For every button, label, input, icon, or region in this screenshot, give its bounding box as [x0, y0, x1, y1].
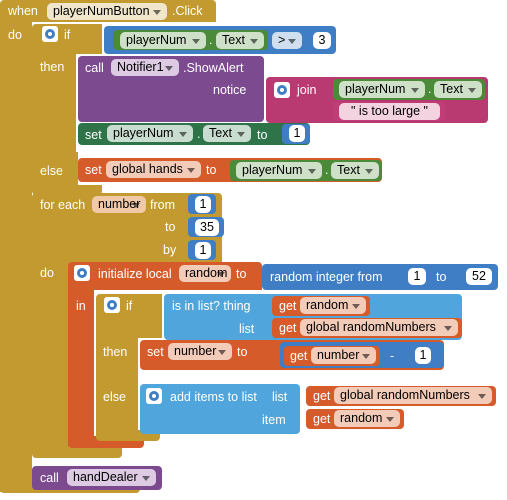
- add-items-mutator-gear-icon[interactable]: [146, 388, 162, 404]
- set-text-property-dropdown[interactable]: Text: [203, 125, 251, 142]
- event-component-dropdown[interactable]: playerNumButton: [47, 3, 167, 20]
- to-label: to: [165, 220, 176, 234]
- add-items-list-label: list: [272, 390, 288, 404]
- get-random-dropdown[interactable]: random: [300, 297, 366, 314]
- too-large-string-value[interactable]: " is too large ": [339, 103, 440, 120]
- set-number-dropdown[interactable]: number: [168, 343, 232, 360]
- add-get-random-label: get: [313, 412, 331, 426]
- is-in-list-list-label: list: [239, 322, 255, 336]
- random-to-label: to: [436, 270, 447, 284]
- handdealer-procedure-dropdown[interactable]: handDealer: [67, 469, 156, 486]
- by-value[interactable]: 1: [195, 242, 211, 259]
- subtract-value-1[interactable]: 1: [415, 347, 431, 364]
- add-items-label: add items to list: [170, 390, 257, 404]
- inner-if-label: if: [126, 299, 133, 313]
- random-integer-label: random integer from: [270, 270, 383, 284]
- dot-separator: .: [209, 33, 213, 47]
- local-variable-random[interactable]: random: [179, 265, 231, 282]
- hands-dot-separator: .: [325, 163, 329, 177]
- is-in-list-label: is in list? thing: [172, 299, 251, 313]
- inner-else-label: else: [103, 390, 126, 404]
- get-global-label: get: [279, 321, 297, 335]
- set-dot-separator: .: [197, 127, 201, 141]
- get-number-dropdown[interactable]: number: [311, 347, 376, 364]
- by-label: by: [163, 243, 177, 257]
- notifier-component-dropdown[interactable]: Notifier1: [111, 59, 179, 76]
- call-label: call: [85, 61, 104, 75]
- number-3-value[interactable]: 3: [313, 32, 331, 49]
- join-mutator-gear-icon[interactable]: [274, 82, 290, 98]
- text-property-dropdown[interactable]: Text: [216, 32, 264, 49]
- event-name-label: .Click: [172, 4, 203, 18]
- minus-operator: -: [390, 349, 395, 363]
- playernum-component-dropdown[interactable]: playerNum: [120, 32, 206, 49]
- from-label: from: [150, 198, 175, 212]
- get-random-label: get: [279, 299, 297, 313]
- for-each-label: for each: [40, 198, 86, 212]
- join-label: join: [297, 83, 317, 97]
- set-number-label: set: [147, 345, 164, 359]
- notice-label: notice: [213, 83, 247, 97]
- mutator-gear-icon[interactable]: [42, 26, 58, 42]
- initialize-local-label: initialize local: [98, 267, 172, 281]
- init-to-label: to: [236, 267, 247, 281]
- add-get-global-dropdown[interactable]: global randomNumbers: [334, 387, 492, 404]
- in-label: in: [76, 299, 86, 313]
- set-hands-label: set: [85, 163, 102, 177]
- to-value[interactable]: 35: [195, 219, 219, 236]
- loop-variable-number[interactable]: number: [92, 196, 146, 213]
- hands-text-property-dropdown[interactable]: Text: [331, 162, 379, 179]
- add-items-item-label: item: [262, 413, 286, 427]
- set-number-to-label: to: [237, 345, 248, 359]
- when-label: when: [8, 4, 38, 18]
- random-from-value[interactable]: 1: [408, 268, 426, 285]
- from-value[interactable]: 1: [195, 196, 211, 213]
- showalert-method-label: .ShowAlert: [183, 61, 244, 75]
- set-value-1[interactable]: 1: [289, 125, 305, 142]
- global-hands-dropdown[interactable]: global hands: [106, 161, 201, 178]
- if-label: if: [64, 28, 71, 42]
- else-label: else: [40, 164, 63, 178]
- for-each-spine: [32, 262, 68, 452]
- join-playernum-dropdown[interactable]: playerNum: [339, 81, 425, 98]
- then-label: then: [40, 60, 65, 74]
- join-dot-separator: .: [428, 82, 432, 96]
- get-number-label: get: [290, 349, 308, 363]
- hands-playernum-dropdown[interactable]: playerNum: [236, 162, 322, 179]
- add-get-global-label: get: [313, 389, 331, 403]
- set-playernum-dropdown[interactable]: playerNum: [107, 125, 193, 142]
- do-label: do: [8, 28, 22, 42]
- join-text-property-dropdown[interactable]: Text: [434, 81, 482, 98]
- init-mutator-gear-icon[interactable]: [74, 265, 90, 281]
- set-to-label: to: [257, 128, 268, 142]
- set-hands-to-label: to: [206, 163, 217, 177]
- event-block-body-spine: [0, 20, 32, 492]
- inner-then-label: then: [103, 345, 128, 359]
- for-each-do-label: do: [40, 266, 54, 280]
- random-to-value[interactable]: 52: [466, 268, 492, 285]
- inner-if-mutator-gear-icon[interactable]: [104, 297, 120, 313]
- add-get-random-dropdown[interactable]: random: [334, 410, 400, 427]
- set-label: set: [85, 128, 102, 142]
- compare-operator-dropdown[interactable]: >: [272, 32, 302, 49]
- get-global-randomnumbers-dropdown[interactable]: global randomNumbers: [300, 319, 458, 336]
- call-handdealer-label: call: [40, 471, 59, 485]
